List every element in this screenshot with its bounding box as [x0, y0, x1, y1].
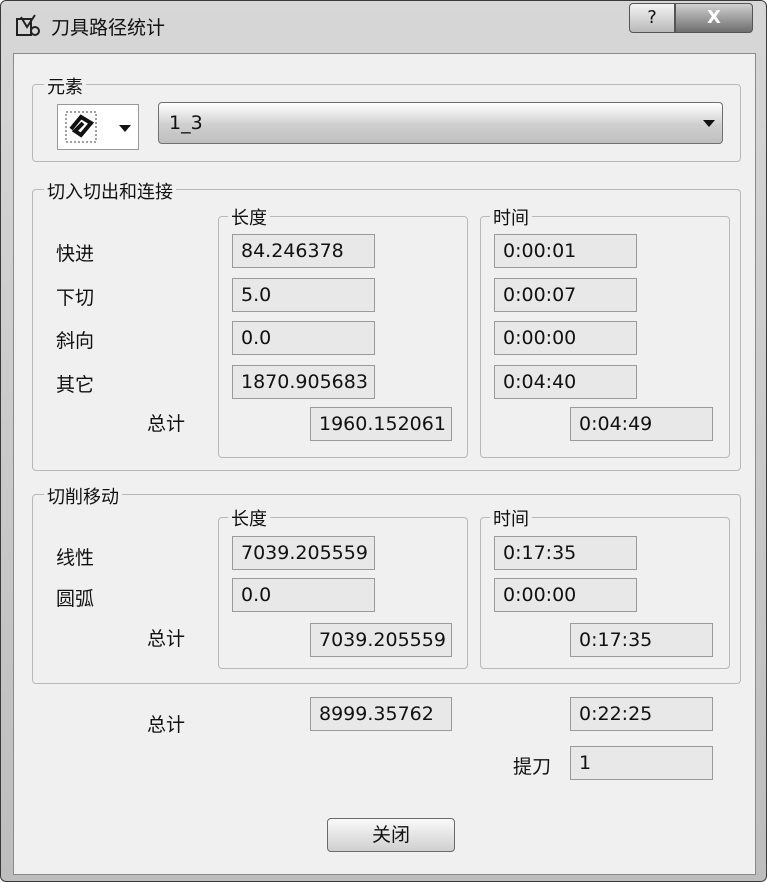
arc-length-field: 0.0	[232, 578, 375, 612]
ramp-time-field: 0:00:00	[494, 321, 637, 355]
window-close-button[interactable]: X	[675, 3, 753, 33]
plunge-length-field: 5.0	[232, 278, 375, 312]
cutting-total-label: 总计	[147, 628, 186, 650]
cutting-group-label: 切削移动	[44, 483, 122, 509]
window-title: 刀具路径统计	[51, 17, 166, 39]
grand-total-label: 总计	[147, 714, 186, 736]
plunge-time-field: 0:00:07	[494, 278, 637, 312]
entry-exit-group-label: 切入切出和连接	[44, 178, 176, 204]
ramp-length-field: 0.0	[232, 321, 375, 355]
help-button[interactable]: ?	[629, 3, 675, 33]
grand-total-time-field: 0:22:25	[570, 697, 713, 731]
element-select-value: 1_3	[169, 112, 203, 134]
toolpath-element-icon	[63, 109, 99, 149]
cutting-total-time-field: 0:17:35	[570, 623, 713, 657]
cutting-time-header: 时间	[490, 505, 532, 531]
app-icon	[15, 13, 41, 39]
element-select[interactable]: 1_3	[158, 102, 723, 144]
entry-exit-total-label: 总计	[147, 413, 186, 435]
other-label: 其它	[56, 374, 95, 396]
other-length-field: 1870.905683	[232, 365, 375, 399]
linear-length-field: 7039.205559	[232, 536, 375, 570]
element-type-dropdown[interactable]	[57, 104, 139, 150]
entry-exit-length-header: 长度	[228, 204, 270, 230]
plunge-label: 下切	[56, 287, 95, 309]
rapid-time-field: 0:00:01	[494, 234, 637, 268]
entry-exit-time-header: 时间	[490, 204, 532, 230]
ramp-label: 斜向	[56, 330, 95, 352]
grand-total-length-field: 8999.35762	[310, 697, 452, 731]
chevron-down-icon	[703, 120, 715, 127]
other-time-field: 0:04:40	[494, 365, 637, 399]
linear-label: 线性	[56, 547, 95, 569]
entry-exit-total-time-field: 0:04:49	[570, 407, 713, 441]
toolpath-statistics-dialog: 刀具路径统计 ? X 元素 1_3 切入切出和连接 长度 时间 快进 84.24…	[0, 0, 767, 882]
retract-count-field: 1	[570, 746, 713, 780]
element-group-label: 元素	[44, 73, 86, 99]
close-button[interactable]: 关闭	[327, 818, 455, 852]
title-bar[interactable]: 刀具路径统计 ? X	[1, 1, 766, 51]
chevron-down-icon	[119, 125, 131, 132]
rapid-label: 快进	[56, 243, 95, 265]
retract-label: 提刀	[513, 756, 552, 778]
linear-time-field: 0:17:35	[494, 536, 637, 570]
dialog-body: 元素 1_3 切入切出和连接 长度 时间 快进 84.246378 0:00:0…	[13, 53, 756, 875]
entry-exit-total-length-field: 1960.152061	[310, 407, 452, 441]
arc-label: 圆弧	[56, 588, 95, 610]
rapid-length-field: 84.246378	[232, 234, 375, 268]
cutting-total-length-field: 7039.205559	[310, 623, 452, 657]
arc-time-field: 0:00:00	[494, 578, 637, 612]
cutting-length-header: 长度	[228, 505, 270, 531]
